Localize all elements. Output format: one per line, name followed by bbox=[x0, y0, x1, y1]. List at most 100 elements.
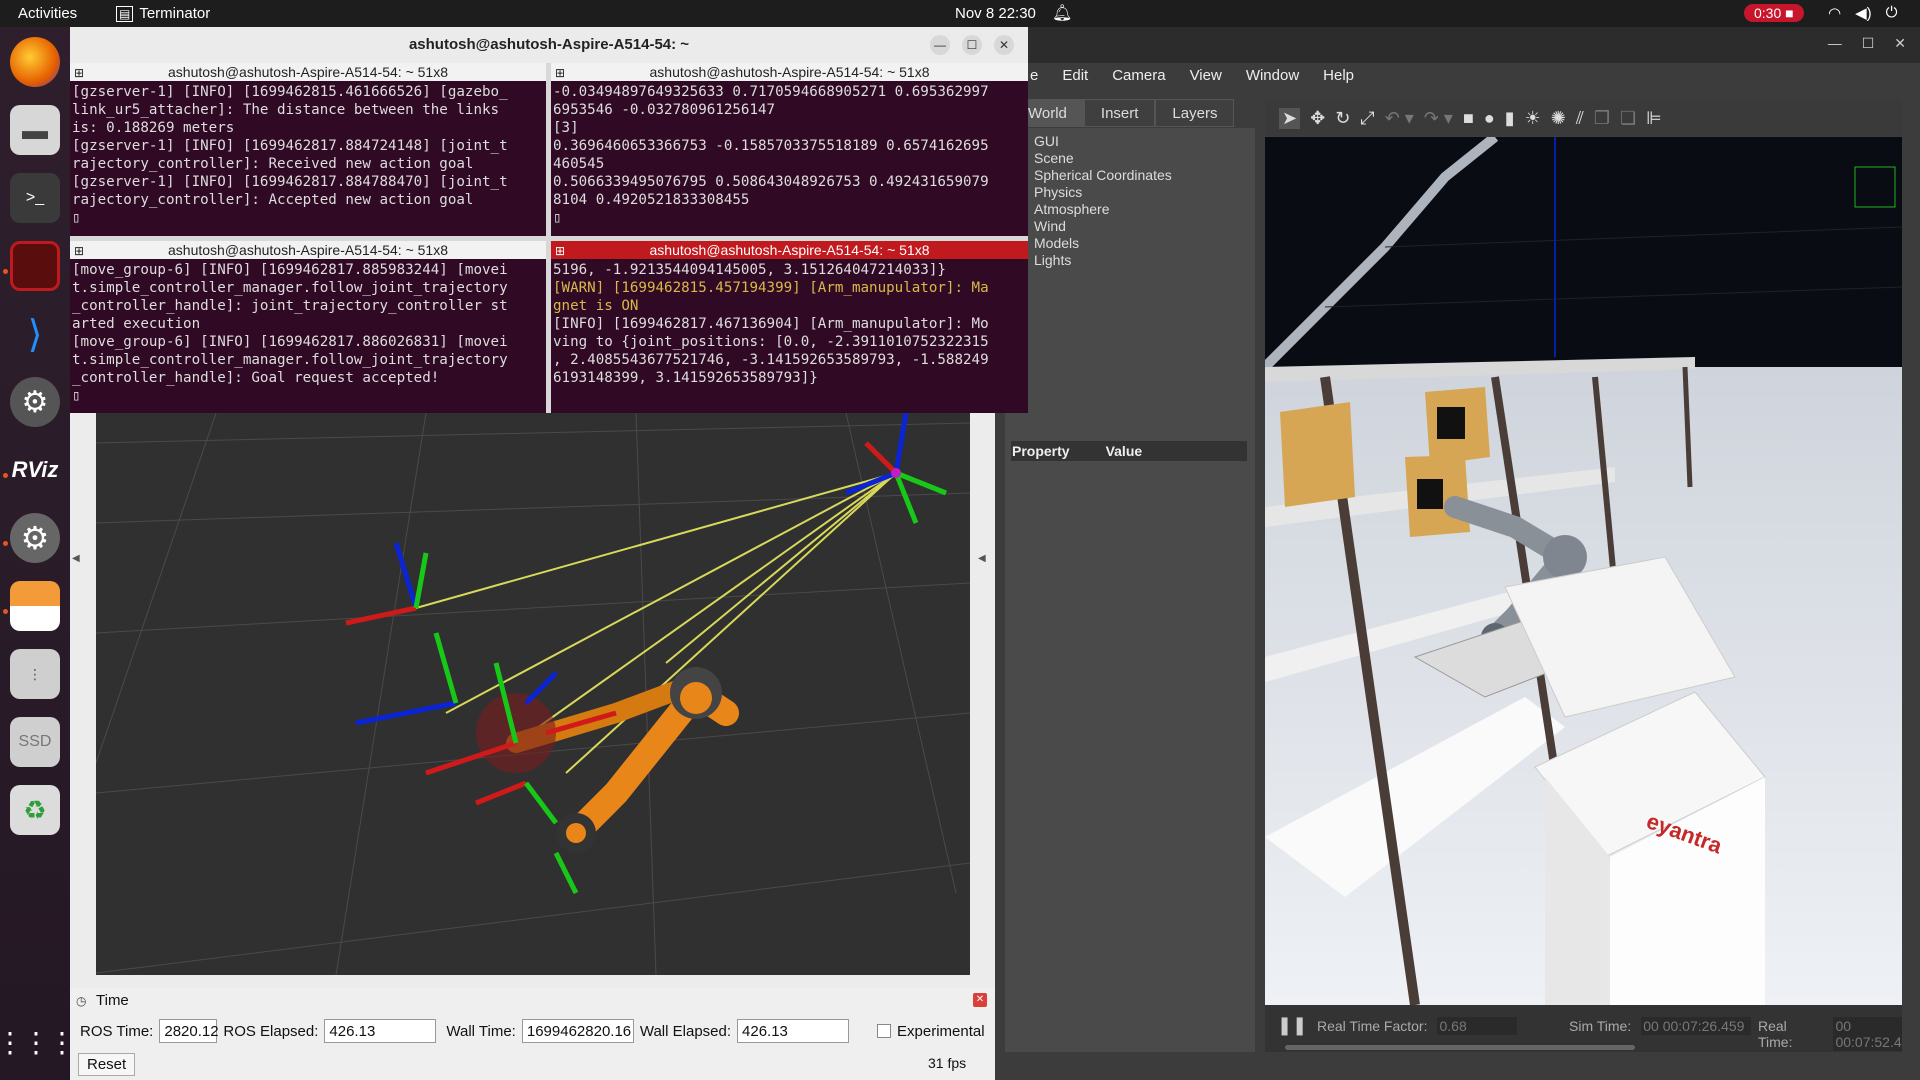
tree-item-physics[interactable]: Physics bbox=[1034, 184, 1172, 201]
activities-button[interactable]: Activities bbox=[18, 5, 77, 22]
app-menu[interactable]: ▤ Terminator bbox=[116, 5, 210, 22]
menu-view[interactable]: View bbox=[1190, 67, 1222, 84]
gazebo-3d-view[interactable]: eyantra bbox=[1265, 137, 1902, 1005]
menu-window[interactable]: Window bbox=[1246, 67, 1299, 84]
right-collapse-icon[interactable]: ◀ bbox=[978, 553, 996, 579]
pane-menu-icon[interactable]: ⊞ bbox=[74, 242, 84, 260]
firefox-icon[interactable] bbox=[10, 37, 60, 87]
rviz-scene bbox=[96, 413, 970, 975]
maximize-icon[interactable]: ☐ bbox=[1862, 35, 1875, 52]
terminal-icon[interactable]: >_ bbox=[10, 173, 60, 223]
pane-splitter[interactable] bbox=[70, 236, 1028, 241]
pane-title-active: ⊞ ashutosh@ashutosh-Aspire-A514-54: ~ 51x… bbox=[551, 241, 1028, 259]
minimize-icon[interactable]: — bbox=[1828, 35, 1842, 52]
redo-icon[interactable]: ↷ ▾ bbox=[1424, 108, 1453, 129]
copy-icon[interactable]: ❐ bbox=[1594, 108, 1610, 129]
terminal-pane-4[interactable]: ⊞ ashutosh@ashutosh-Aspire-A514-54: ~ 51x… bbox=[551, 241, 1028, 413]
tab-insert[interactable]: Insert bbox=[1083, 99, 1156, 127]
menu-edit[interactable]: Edit bbox=[1062, 67, 1088, 84]
undo-icon[interactable]: ↶ ▾ bbox=[1385, 108, 1414, 129]
drive-icon[interactable]: ⋮ bbox=[10, 649, 60, 699]
rotate-icon[interactable]: ↻ bbox=[1335, 108, 1350, 129]
ros-elapsed-label: ROS Elapsed: bbox=[223, 1022, 319, 1040]
reset-button[interactable]: Reset bbox=[78, 1053, 136, 1076]
vscode-icon[interactable]: ⟩ bbox=[10, 309, 60, 359]
pane-menu-icon[interactable]: ⊞ bbox=[555, 242, 565, 260]
tree-item-gui[interactable]: GUI bbox=[1034, 133, 1172, 150]
ros-time-field[interactable]: 2820.12 bbox=[159, 1019, 219, 1043]
close-icon[interactable]: ✕ bbox=[994, 35, 1014, 55]
terminal-pane-2[interactable]: ⊞ ashutosh@ashutosh-Aspire-A514-54: ~ 51x… bbox=[551, 63, 1028, 236]
terminal-pane-3[interactable]: ⊞ ashutosh@ashutosh-Aspire-A514-54: ~ 51x… bbox=[70, 241, 546, 413]
menu-file[interactable]: e bbox=[1030, 67, 1038, 84]
menu-camera[interactable]: Camera bbox=[1112, 67, 1165, 84]
gear-icon[interactable]: ⚙ bbox=[10, 513, 60, 563]
recording-indicator[interactable]: 0:30 ■ bbox=[1744, 4, 1804, 22]
tree-item-scene[interactable]: Scene bbox=[1034, 150, 1172, 167]
experimental-checkbox[interactable] bbox=[877, 1024, 892, 1038]
running-indicator bbox=[3, 269, 8, 274]
value-column: Value bbox=[1105, 443, 1143, 459]
gazebo-tabs: World Insert Layers bbox=[1005, 99, 1235, 127]
files-icon[interactable]: ▬ bbox=[10, 105, 60, 155]
gazebo-window-controls: — ☐ ✕ bbox=[1828, 35, 1906, 52]
apps-grid-icon[interactable]: ⋮⋮⋮ bbox=[0, 1017, 76, 1067]
gazebo-scrollbar[interactable] bbox=[1285, 1045, 1635, 1050]
system-tray[interactable]: ◠ ◀) ⏻ bbox=[1828, 4, 1898, 22]
app-name: Terminator bbox=[139, 5, 211, 22]
ros-elapsed-field[interactable]: 426.13 bbox=[324, 1019, 437, 1043]
box-icon[interactable]: ■ bbox=[1463, 108, 1474, 129]
point-light-icon[interactable]: ☀ bbox=[1525, 108, 1541, 129]
menu-help[interactable]: Help bbox=[1323, 67, 1354, 84]
paste-icon[interactable]: ❏ bbox=[1620, 108, 1636, 129]
tree-item-lights[interactable]: Lights bbox=[1034, 252, 1172, 269]
running-indicator bbox=[3, 473, 8, 478]
scale-icon[interactable]: ⤢ bbox=[1360, 108, 1374, 129]
pane-menu-icon[interactable]: ⊞ bbox=[74, 64, 84, 82]
sim-time: Sim Time: 00 00:07:26.459 bbox=[1569, 1017, 1752, 1035]
tree-item-spherical-coordinates[interactable]: Spherical Coordinates bbox=[1034, 167, 1172, 184]
rviz-icon[interactable]: RViz bbox=[10, 445, 60, 495]
tree-item-models[interactable]: Models bbox=[1034, 235, 1172, 252]
left-collapse-icon[interactable]: ◀ bbox=[72, 553, 90, 579]
pane-title: ⊞ ashutosh@ashutosh-Aspire-A514-54: ~ 51x… bbox=[551, 63, 1028, 81]
cylinder-icon[interactable]: ▮ bbox=[1505, 108, 1515, 129]
time-fields: ROS Time: 2820.12 ROS Elapsed: 426.13 Wa… bbox=[80, 1019, 985, 1043]
real-time-factor: Real Time Factor: 0.68 bbox=[1317, 1017, 1518, 1035]
ssd-icon[interactable]: SSD bbox=[10, 717, 60, 767]
time-panel: ◷ Time ✕ ROS Time: 2820.12 ROS Elapsed: … bbox=[70, 988, 995, 1080]
close-icon[interactable]: ✕ bbox=[1894, 35, 1906, 52]
tree-item-atmosphere[interactable]: Atmosphere bbox=[1034, 201, 1172, 218]
wall-elapsed-field[interactable]: 426.13 bbox=[737, 1019, 850, 1043]
close-panel-icon[interactable]: ✕ bbox=[973, 993, 987, 1007]
trash-icon[interactable]: ♻ bbox=[10, 785, 60, 835]
align-icon[interactable]: ⊫ bbox=[1646, 108, 1662, 129]
real-time-label: Real Time: bbox=[1758, 1018, 1793, 1050]
minimize-icon[interactable]: — bbox=[930, 35, 950, 55]
layers-icon[interactable] bbox=[10, 581, 60, 631]
time-panel-title: Time bbox=[96, 992, 129, 1009]
pane-menu-icon[interactable]: ⊞ bbox=[555, 64, 565, 82]
terminal-output: 5196, -1.9213544094145005, 3.15126404721… bbox=[553, 262, 989, 386]
clock-icon: ◷ bbox=[76, 994, 87, 1008]
pause-icon[interactable]: ❚❚ bbox=[1277, 1015, 1307, 1036]
fps-counter: 31 fps bbox=[928, 1055, 967, 1071]
rviz-3d-view[interactable] bbox=[96, 413, 970, 975]
tree-item-wind[interactable]: Wind bbox=[1034, 218, 1172, 235]
wall-time-field[interactable]: 1699462820.16 bbox=[521, 1019, 634, 1043]
directional-light-icon[interactable]: ⫽ bbox=[1576, 108, 1584, 129]
real-time: Real Time: 00 00:07:52.42 bbox=[1758, 1017, 1902, 1051]
tab-layers[interactable]: Layers bbox=[1155, 99, 1235, 127]
sphere-icon[interactable]: ● bbox=[1484, 108, 1495, 129]
clock[interactable]: Nov 8 22:30 bbox=[955, 5, 1036, 22]
select-icon[interactable]: ➤ bbox=[1279, 107, 1301, 129]
terminal-pane-1[interactable]: ⊞ ashutosh@ashutosh-Aspire-A514-54: ~ 51x… bbox=[70, 63, 546, 236]
world-tree: GUI Scene Spherical Coordinates Physics … bbox=[1034, 133, 1172, 269]
terminator-icon[interactable] bbox=[10, 241, 60, 291]
maximize-icon[interactable]: ☐ bbox=[962, 35, 982, 55]
spot-light-icon[interactable]: ✺ bbox=[1551, 108, 1566, 129]
translate-icon[interactable]: ✥ bbox=[1310, 108, 1325, 129]
top-bar: Activities ▤ Terminator Nov 8 22:30 🔔︎ 0… bbox=[0, 0, 1920, 27]
power-icon: ⏻ bbox=[1885, 4, 1898, 21]
settings-icon[interactable]: ⚙ bbox=[10, 377, 60, 427]
